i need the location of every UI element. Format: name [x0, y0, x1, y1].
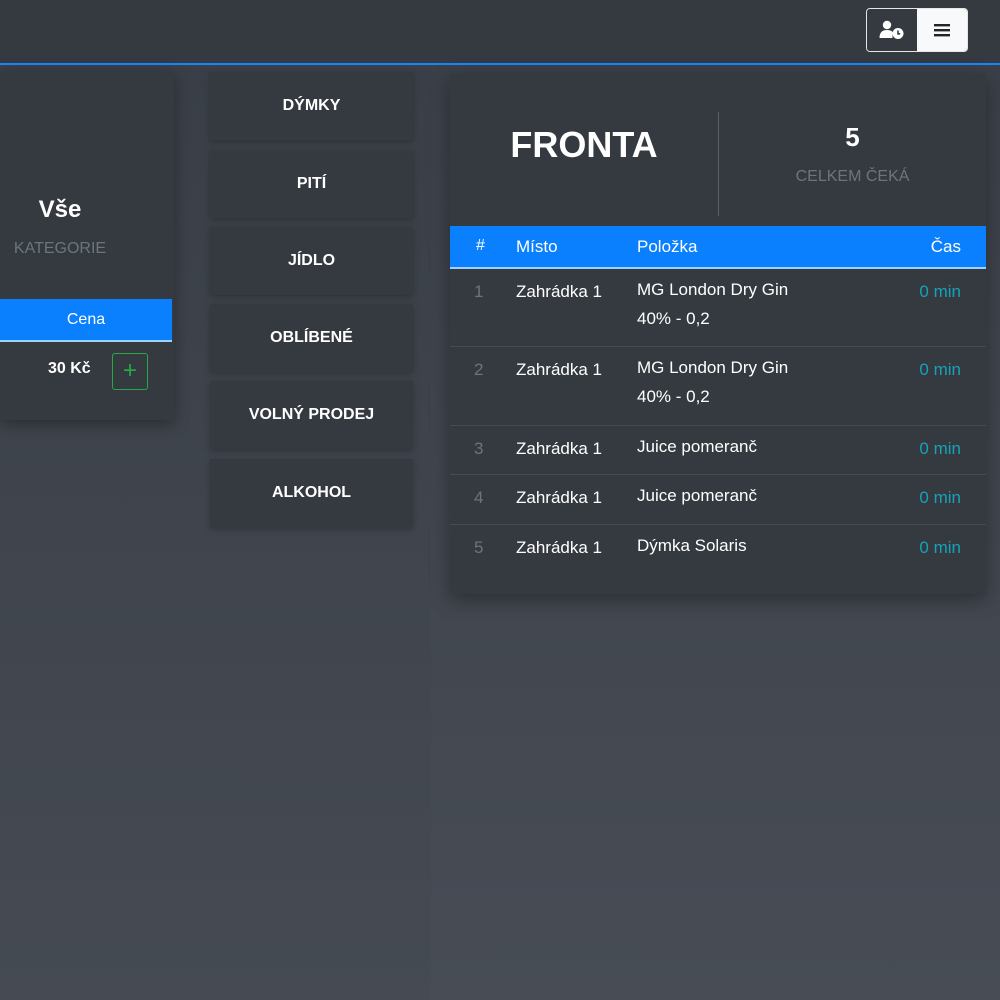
row-item: Juice pomeranč [637, 486, 758, 505]
row-place: Zahrádka 1 [516, 488, 602, 507]
row-item-name: MG London Dry Gin [637, 280, 789, 299]
category-button-alkohol[interactable]: ALKOHOL [210, 459, 413, 527]
category-button-dymky[interactable]: DÝMKY [210, 72, 413, 140]
row-item: Dýmka Solaris [637, 536, 747, 555]
row-time: 0 min [919, 282, 961, 301]
row-time: 0 min [919, 488, 961, 507]
row-item-detail: 40% - 0,2 [637, 309, 710, 328]
row-place: Zahrádka 1 [516, 538, 602, 557]
row-number: 5 [474, 538, 484, 557]
product-panel: Vše KATEGORIE Cena 30 Kč + [0, 72, 174, 420]
queue-count: 5 [845, 122, 860, 152]
queue-panel: FRONTA 5 CELKEM ČEKÁ # Místo Položka Čas… [450, 74, 986, 594]
row-number: 4 [474, 488, 484, 507]
product-price: 30 Kč [48, 360, 91, 377]
queue-table-header: # Místo Položka Čas [450, 226, 986, 269]
column-header-place: Místo [516, 237, 558, 256]
row-place: Zahrádka 1 [516, 439, 602, 458]
row-time: 0 min [919, 538, 961, 557]
user-clock-icon [879, 20, 904, 39]
row-item-name: MG London Dry Gin [637, 358, 789, 377]
category-label: KATEGORIE [13, 240, 107, 257]
product-row: 30 Kč + [0, 353, 172, 393]
column-header-item: Položka [637, 237, 698, 256]
table-row[interactable]: 5 Zahrádka 1 Dýmka Solaris 0 min [450, 525, 986, 575]
navbar-button-group [866, 8, 968, 52]
menu-button[interactable] [917, 9, 967, 51]
hamburger-menu-icon [934, 24, 950, 37]
price-column-header: Cena [0, 299, 172, 342]
add-item-button[interactable]: + [112, 353, 148, 390]
row-place: Zahrádka 1 [516, 360, 602, 379]
row-time: 0 min [919, 439, 961, 458]
queue-count-label: CELKEM ČEKÁ [795, 168, 910, 185]
column-header-number: # [476, 237, 485, 254]
category-button-piti[interactable]: PITÍ [210, 150, 413, 218]
category-button-volny-prodej[interactable]: VOLNÝ PRODEJ [210, 381, 413, 449]
category-button-jidlo[interactable]: JÍDLO [210, 227, 413, 295]
row-number: 3 [474, 439, 484, 458]
row-item: MG London Dry Gin 40% - 0,2 [637, 353, 788, 411]
row-item-detail: 40% - 0,2 [637, 387, 710, 406]
row-item: Juice pomeranč [637, 437, 758, 456]
row-number: 2 [474, 360, 484, 379]
column-header-time: Čas [930, 237, 961, 256]
row-item: MG London Dry Gin 40% - 0,2 [637, 275, 788, 333]
row-time: 0 min [919, 360, 961, 379]
queue-title: FRONTA [510, 124, 658, 165]
table-row[interactable]: 3 Zahrádka 1 Juice pomeranč 0 min [450, 426, 986, 475]
user-clock-button[interactable] [867, 9, 917, 51]
row-place: Zahrádka 1 [516, 282, 602, 301]
table-row[interactable]: 2 Zahrádka 1 MG London Dry Gin 40% - 0,2… [450, 347, 986, 426]
top-navbar [0, 0, 1000, 65]
table-row[interactable]: 4 Zahrádka 1 Juice pomeranč 0 min [450, 475, 986, 525]
row-number: 1 [474, 282, 484, 301]
table-row[interactable]: 1 Zahrádka 1 MG London Dry Gin 40% - 0,2… [450, 269, 986, 347]
category-title: Vše [38, 196, 82, 223]
category-button-oblibene[interactable]: OBLÍBENÉ [210, 304, 413, 372]
queue-table: # Místo Položka Čas 1 Zahrádka 1 MG Lond… [450, 226, 986, 575]
